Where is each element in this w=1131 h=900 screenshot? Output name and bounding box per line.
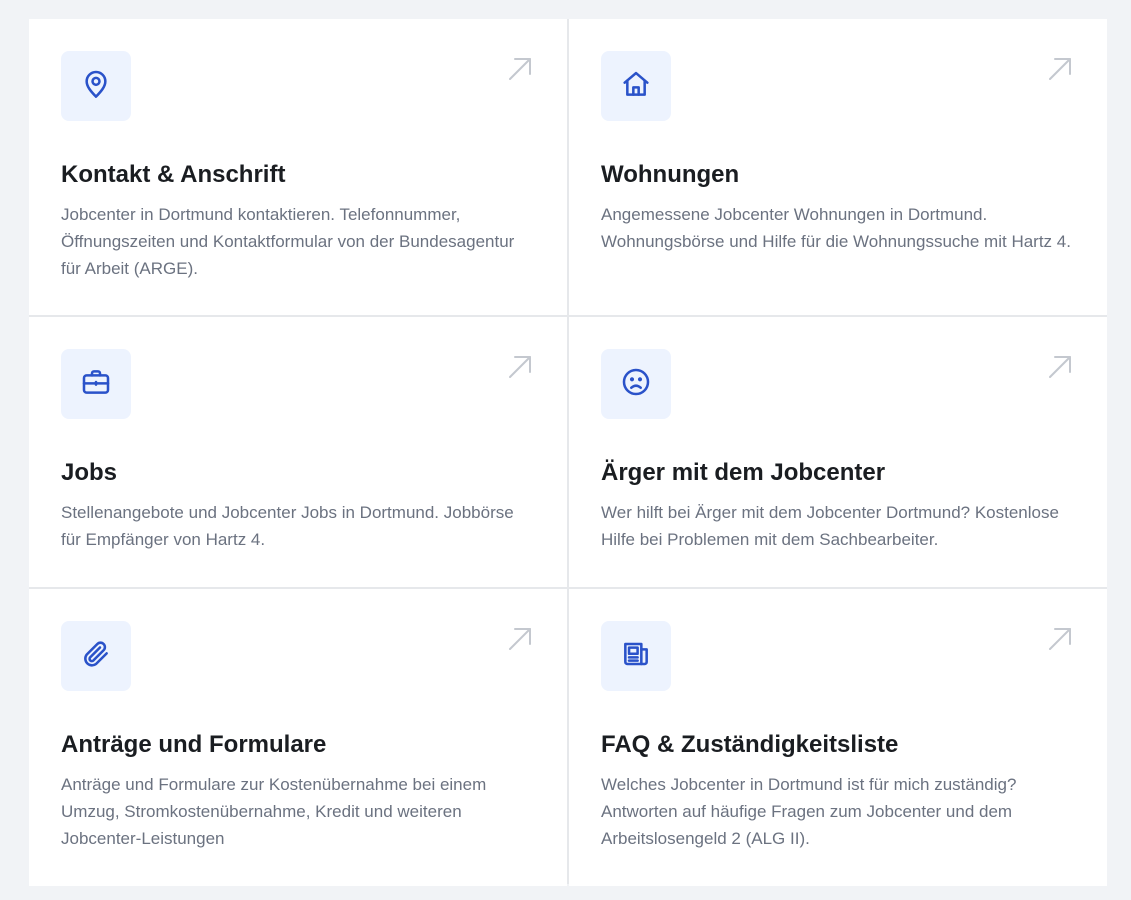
card-faq-zustaendigkeit[interactable]: FAQ & Zuständigkeitsliste Welches Jobcen…: [569, 589, 1107, 886]
card-icon-container: [61, 349, 131, 419]
card-title: Anträge und Formulare: [61, 731, 327, 758]
card-description: Wer hilft bei Ärger mit dem Jobcenter Do…: [601, 503, 1059, 549]
card-title: FAQ & Zuständigkeitsliste: [601, 731, 899, 758]
service-card-grid: Kontakt & Anschrift Jobcenter in Dortmun…: [29, 19, 1107, 886]
arrow-up-right-icon: [1046, 55, 1074, 83]
card-title: Kontakt & Anschrift: [61, 161, 286, 188]
card-icon-container: [601, 349, 671, 419]
briefcase-icon: [80, 366, 112, 403]
card-description: Welches Jobcenter in Dortmund ist für mi…: [601, 775, 1017, 848]
card-icon-container: [601, 51, 671, 121]
arrow-up-right-icon: [506, 625, 534, 653]
newspaper-icon: [620, 638, 652, 675]
card-icon-container: [601, 621, 671, 691]
paperclip-icon: [80, 638, 112, 675]
card-icon-container: [61, 621, 131, 691]
card-aerger-jobcenter[interactable]: Ärger mit dem Jobcenter Wer hilft bei Är…: [569, 317, 1107, 587]
card-icon-container: [61, 51, 131, 121]
arrow-up-right-icon: [1046, 353, 1074, 381]
arrow-up-right-icon: [1046, 625, 1074, 653]
home-icon: [620, 68, 652, 105]
card-title: Jobs: [61, 459, 118, 486]
arrow-up-right-icon: [506, 353, 534, 381]
arrow-up-right-icon: [506, 55, 534, 83]
card-title: Wohnungen: [601, 161, 740, 188]
card-wohnungen[interactable]: Wohnungen Angemessene Jobcenter Wohnunge…: [569, 19, 1107, 315]
card-antraege-formulare[interactable]: Anträge und Formulare Anträge und Formul…: [29, 589, 567, 886]
card-description: Jobcenter in Dortmund kontaktieren. Tele…: [61, 205, 515, 278]
sad-face-icon: [620, 366, 652, 403]
card-jobs[interactable]: Jobs Stellenangebote und Jobcenter Jobs …: [29, 317, 567, 587]
card-kontakt-anschrift[interactable]: Kontakt & Anschrift Jobcenter in Dortmun…: [29, 19, 567, 315]
map-pin-icon: [80, 68, 112, 105]
card-description: Angemessene Jobcenter Wohnungen in Dortm…: [601, 205, 1071, 251]
card-description: Stellenangebote und Jobcenter Jobs in Do…: [61, 503, 514, 549]
card-title: Ärger mit dem Jobcenter: [601, 459, 886, 486]
card-description: Anträge und Formulare zur Kostenübernahm…: [61, 775, 487, 848]
